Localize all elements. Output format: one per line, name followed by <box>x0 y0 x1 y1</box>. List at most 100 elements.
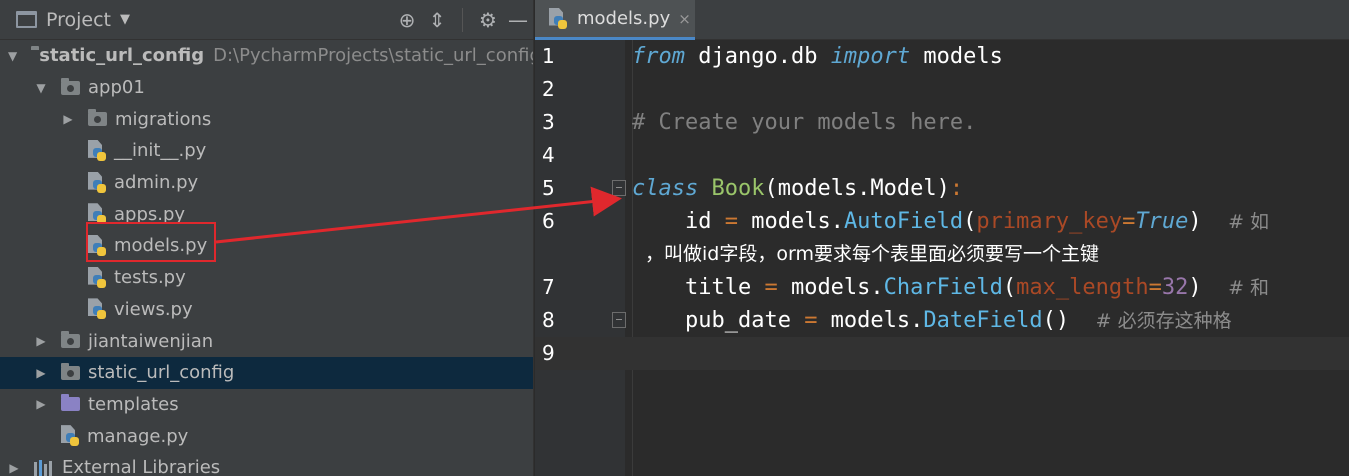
code-line-wrap[interactable]: ，叫做id字段，orm要求每个表里面必须要写一个主键 <box>535 238 1349 271</box>
code-token: models. <box>777 275 884 300</box>
code-line[interactable]: 7 title = models.CharField(max_length=32… <box>535 271 1349 304</box>
line-number: 6 <box>542 209 555 233</box>
code-token: from <box>632 44 685 69</box>
tree-item-label: External Libraries <box>62 457 221 476</box>
collapse-arrow-icon[interactable]: ▶ <box>35 366 47 380</box>
code-token: True <box>1135 209 1189 234</box>
line-number: 5 <box>542 176 555 200</box>
collapse-arrow-icon[interactable]: ▶ <box>35 334 47 348</box>
project-tree: ▼ static_url_config D:\PycharmProjects\sta… <box>0 40 533 476</box>
code-token: = <box>764 275 778 300</box>
line-number: 4 <box>542 143 555 167</box>
tree-item-label: templates <box>88 393 179 415</box>
code-line[interactable]: 9 <box>535 337 1349 370</box>
line-number: 2 <box>542 77 555 101</box>
code-token: models. <box>737 209 844 234</box>
project-panel-toolbar: ⊕ ⇕ ⚙ — <box>392 0 533 40</box>
expand-arrow-icon[interactable]: ▼ <box>35 81 47 95</box>
code-text: ，叫做id字段，orm要求每个表里面必须要写一个主键 <box>645 238 1099 271</box>
toolbar-divider <box>462 8 463 32</box>
collapse-arrow-icon[interactable]: ▶ <box>8 461 20 475</box>
project-panel: Project ▼ ⊕ ⇕ ⚙ — ▼ static_url_config D:\P… <box>0 0 533 476</box>
code-text: class Book(models.Model): <box>632 172 963 205</box>
code-line[interactable]: 1 from django.db import models <box>535 40 1349 73</box>
code-line[interactable]: 5 class Book(models.Model): <box>535 172 1349 205</box>
tab-models-py[interactable]: models.py × <box>535 0 695 40</box>
code-token: ) <box>1188 275 1229 300</box>
gear-icon[interactable]: ⚙ <box>473 0 503 40</box>
close-icon[interactable]: × <box>678 10 691 28</box>
tree-item[interactable]: ▶tests.py <box>0 262 533 294</box>
line-number: 9 <box>542 341 555 365</box>
tree-item[interactable]: ▶__init__.py <box>0 135 533 167</box>
tree-item-label: jiantaiwenjian <box>88 330 214 352</box>
tab-label: models.py <box>577 8 671 29</box>
tree-item[interactable]: ▶manage.py <box>0 420 533 452</box>
tree-item-label: tests.py <box>114 267 186 289</box>
fold-marker-icon[interactable] <box>612 312 626 328</box>
collapse-all-icon[interactable]: ⇕ <box>422 0 452 40</box>
code-token: () <box>1042 308 1096 333</box>
code-token: # 和 <box>1228 277 1270 299</box>
code-token: ( <box>963 209 977 234</box>
tree-item[interactable]: ▶ External Libraries <box>0 452 533 476</box>
tree-item[interactable]: ▶ templates <box>0 389 533 421</box>
code-token: pub_date <box>632 308 805 333</box>
code-text: title = models.CharField(max_length=32) … <box>632 271 1269 304</box>
project-panel-header: Project ▼ ⊕ ⇕ ⚙ — <box>0 0 533 40</box>
tree-item[interactable]: ▶views.py <box>0 294 533 326</box>
python-file-icon <box>88 203 106 225</box>
tree-item[interactable]: ▶ jiantaiwenjian <box>0 325 533 357</box>
code-token: ) <box>1188 209 1229 234</box>
code-line[interactable]: 6 id = models.AutoField(primary_key=True… <box>535 205 1349 238</box>
collapse-arrow-icon[interactable]: ▶ <box>35 397 47 411</box>
code-token: # 必须存这种格 <box>1095 310 1232 332</box>
code-token: CharField <box>883 275 1003 300</box>
code-text: pub_date = models.DateField() # 必须存这种格 <box>632 304 1232 337</box>
code-token: title <box>632 275 765 300</box>
python-file-icon <box>88 298 106 320</box>
tree-item-label: __init__.py <box>114 140 207 162</box>
expand-arrow-icon[interactable]: ▼ <box>8 49 17 63</box>
code-token: (models.Model) <box>764 176 950 201</box>
tree-item[interactable]: ▶ static_url_config <box>0 356 533 389</box>
code-line[interactable]: 2 <box>535 73 1349 106</box>
tree-item[interactable]: ▼ app01 <box>0 72 533 104</box>
line-number: 3 <box>542 110 555 134</box>
code-token: Book <box>711 176 765 201</box>
tree-item-label: admin.py <box>114 172 199 194</box>
code-token: class <box>632 176 699 201</box>
hide-panel-icon[interactable]: — <box>503 0 533 40</box>
code-area[interactable]: 1 from django.db import models 2 3 # Create … <box>535 40 1349 370</box>
tree-item[interactable]: ▶ migrations <box>0 103 533 135</box>
python-file-icon <box>61 425 79 447</box>
locate-file-icon[interactable]: ⊕ <box>392 0 422 40</box>
tree-item[interactable]: ▶apps.py <box>0 198 533 230</box>
fold-marker-icon[interactable] <box>612 180 626 196</box>
folder-icon <box>61 394 80 412</box>
code-editor: models.py × 1 from django.db import model… <box>535 0 1349 476</box>
tree-item[interactable]: ▶models.py <box>0 230 533 262</box>
libraries-icon <box>34 459 56 476</box>
code-token: id <box>632 209 725 234</box>
code-line[interactable]: 8 pub_date = models.DateField() # 必须存这种格 <box>535 304 1349 337</box>
code-token: 32 <box>1161 275 1189 300</box>
tree-item-label: models.py <box>114 235 208 257</box>
python-file-icon <box>88 171 106 194</box>
python-file-icon <box>88 234 106 257</box>
code-token: models <box>910 44 1003 69</box>
code-token: DateField <box>923 308 1043 333</box>
code-token: # Create your models here. <box>632 110 977 135</box>
package-folder-icon <box>61 362 80 380</box>
collapse-arrow-icon[interactable]: ▶ <box>62 112 74 126</box>
tree-item-label: manage.py <box>87 425 189 447</box>
line-number: 8 <box>542 308 555 332</box>
project-view-dropdown[interactable]: Project ▼ <box>0 0 130 40</box>
package-folder-icon <box>88 109 107 127</box>
code-line[interactable]: 4 <box>535 139 1349 172</box>
tree-item[interactable]: ▶admin.py <box>0 167 533 199</box>
tree-item[interactable]: ▼ static_url_config D:\PycharmProjects\sta… <box>0 40 533 72</box>
code-text: # Create your models here. <box>632 106 976 139</box>
tree-item-label: migrations <box>115 108 212 130</box>
code-line[interactable]: 3 # Create your models here. <box>535 106 1349 139</box>
